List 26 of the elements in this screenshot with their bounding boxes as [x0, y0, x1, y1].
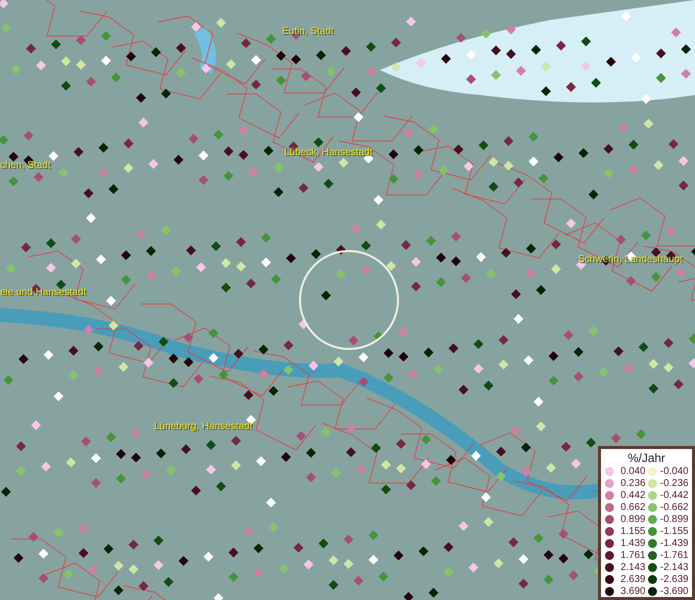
legend-value: -1.761	[659, 550, 688, 560]
legend-value: -0.236	[659, 478, 688, 488]
legend-value: 1.761	[619, 550, 646, 560]
legend-value: -1.155	[659, 526, 688, 536]
legend-value: 2.639	[619, 574, 646, 584]
legend-value: -2.143	[659, 562, 688, 572]
legend-value: 0.899	[619, 514, 646, 524]
legend-value: 3.690	[619, 586, 646, 596]
place-label: chen, Stadt	[0, 160, 51, 171]
place-label: Lüneburg, Hansestadt	[154, 421, 252, 432]
legend-value: 1.155	[619, 526, 646, 536]
legend-value: 1.439	[619, 538, 646, 548]
place-label: Eutin, Stadt	[282, 26, 334, 37]
legend-value: -1.439	[659, 538, 688, 548]
legend-title: %/Jahr	[628, 451, 666, 465]
legend-value: 0.040	[619, 466, 646, 476]
legend-value: -0.899	[659, 514, 688, 524]
legend-value: -3.690	[659, 586, 688, 596]
legend-value: 0.442	[619, 490, 646, 500]
legend-value: 2.143	[619, 562, 646, 572]
legend-value: -0.040	[659, 466, 688, 476]
legend-value: 0.662	[619, 502, 646, 512]
legend-value: 0.236	[619, 478, 646, 488]
legend-value: -2.639	[659, 574, 688, 584]
legend-value: -0.442	[659, 490, 688, 500]
legend-value: -0.662	[659, 502, 688, 512]
